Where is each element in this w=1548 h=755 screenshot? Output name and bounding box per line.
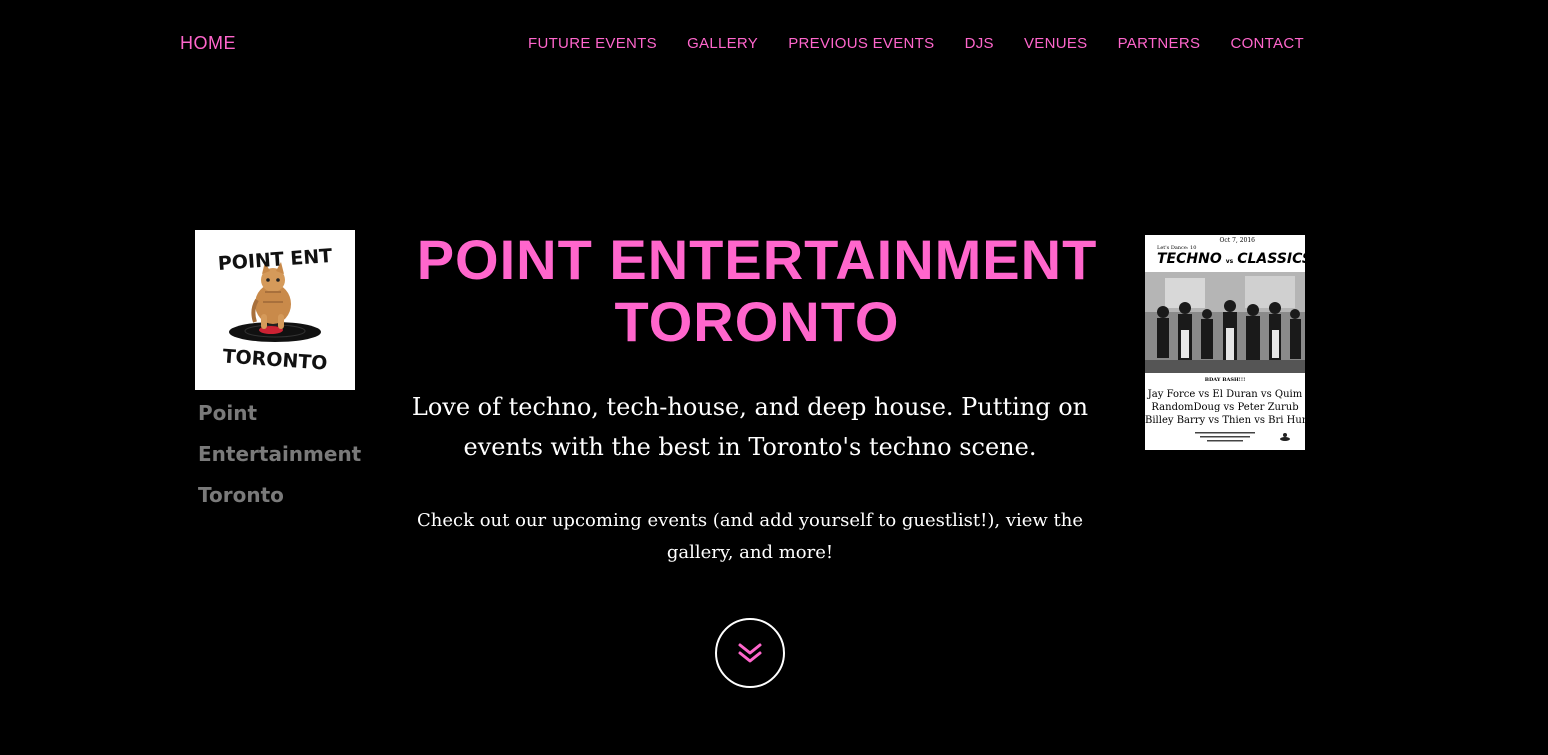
nav-item-djs: DJS — [965, 35, 994, 53]
nav-item-partners: PARTNERS — [1118, 35, 1201, 53]
logo-caption-line: Entertainment — [198, 442, 362, 466]
logo-bottom-text: TORONTO — [222, 345, 328, 374]
poster-logo-mark-icon — [1280, 433, 1290, 441]
nav-link-future-events[interactable]: FUTURE EVENTS — [528, 35, 657, 52]
double-chevron-down-icon — [738, 643, 762, 663]
main-nav: FUTURE EVENTS GALLERY PREVIOUS EVENTS DJ… — [528, 35, 1304, 53]
scroll-down-button[interactable] — [715, 618, 785, 688]
nav-link-contact[interactable]: CONTACT — [1230, 35, 1303, 52]
poster-title: TECHNO vs CLASSICS — [1157, 251, 1305, 267]
nav-link-partners[interactable]: PARTNERS — [1118, 35, 1201, 52]
poster-photo — [1145, 272, 1305, 373]
logo-illustration: POINT ENT TORONTO — [217, 245, 333, 375]
nav-item-venues: VENUES — [1024, 35, 1088, 53]
poster-title-vs: vs — [1225, 258, 1234, 265]
logo-caption-line: Toronto — [198, 483, 284, 507]
page-title-line-2: TORONTO — [614, 290, 900, 353]
poster-bday: BDAY BASH!!! — [1204, 377, 1246, 383]
hero-description: Check out our upcoming events (and add y… — [416, 510, 1084, 563]
nav-item-previous-events: PREVIOUS EVENTS — [788, 35, 934, 53]
poster-lineup: Jay Force vs El Duran vs Quim RandomDoug… — [1145, 388, 1305, 427]
nav-link-previous-events[interactable]: PREVIOUS EVENTS — [788, 35, 934, 52]
page-title-line-1: POINT ENTERTAINMENT — [416, 228, 1098, 291]
nav-link-djs[interactable]: DJS — [965, 35, 994, 52]
poster-date: Oct 7, 2016 — [1219, 237, 1256, 244]
nav-item-contact: CONTACT — [1230, 35, 1303, 53]
site-logo: POINT ENT TORONTO — [195, 230, 355, 390]
nav-item-gallery: GALLERY — [687, 35, 758, 53]
event-poster[interactable]: Oct 7, 2016 Let's Dance: 10 TECHNO vs CLAS… — [1145, 235, 1305, 450]
logo-caption-line: Point — [198, 401, 258, 425]
logo-top-text: POINT ENT — [217, 245, 333, 275]
logo-caption: Point Entertainment Toronto — [198, 393, 361, 516]
poster-title-right: CLASSICS — [1237, 251, 1305, 267]
nav-home-link[interactable]: HOME — [180, 33, 236, 54]
poster-title-left: TECHNO — [1157, 251, 1222, 267]
nav-link-gallery[interactable]: GALLERY — [687, 35, 758, 52]
hero-tagline: Love of techno, tech-house, and deep hou… — [411, 393, 1089, 461]
poster-lineup-row: Billey Barry vs Thien vs Bri Hunter — [1145, 415, 1305, 426]
poster-lineup-row: Jay Force vs El Duran vs Quim — [1147, 389, 1303, 400]
poster-lineup-row: RandomDoug vs Peter Zurub — [1151, 402, 1299, 413]
page-title: POINT ENTERTAINMENT TORONTO — [390, 229, 1124, 353]
nav-item-future-events: FUTURE EVENTS — [528, 35, 657, 53]
poster-fineprint — [1195, 432, 1255, 442]
nav-link-venues[interactable]: VENUES — [1024, 35, 1088, 52]
